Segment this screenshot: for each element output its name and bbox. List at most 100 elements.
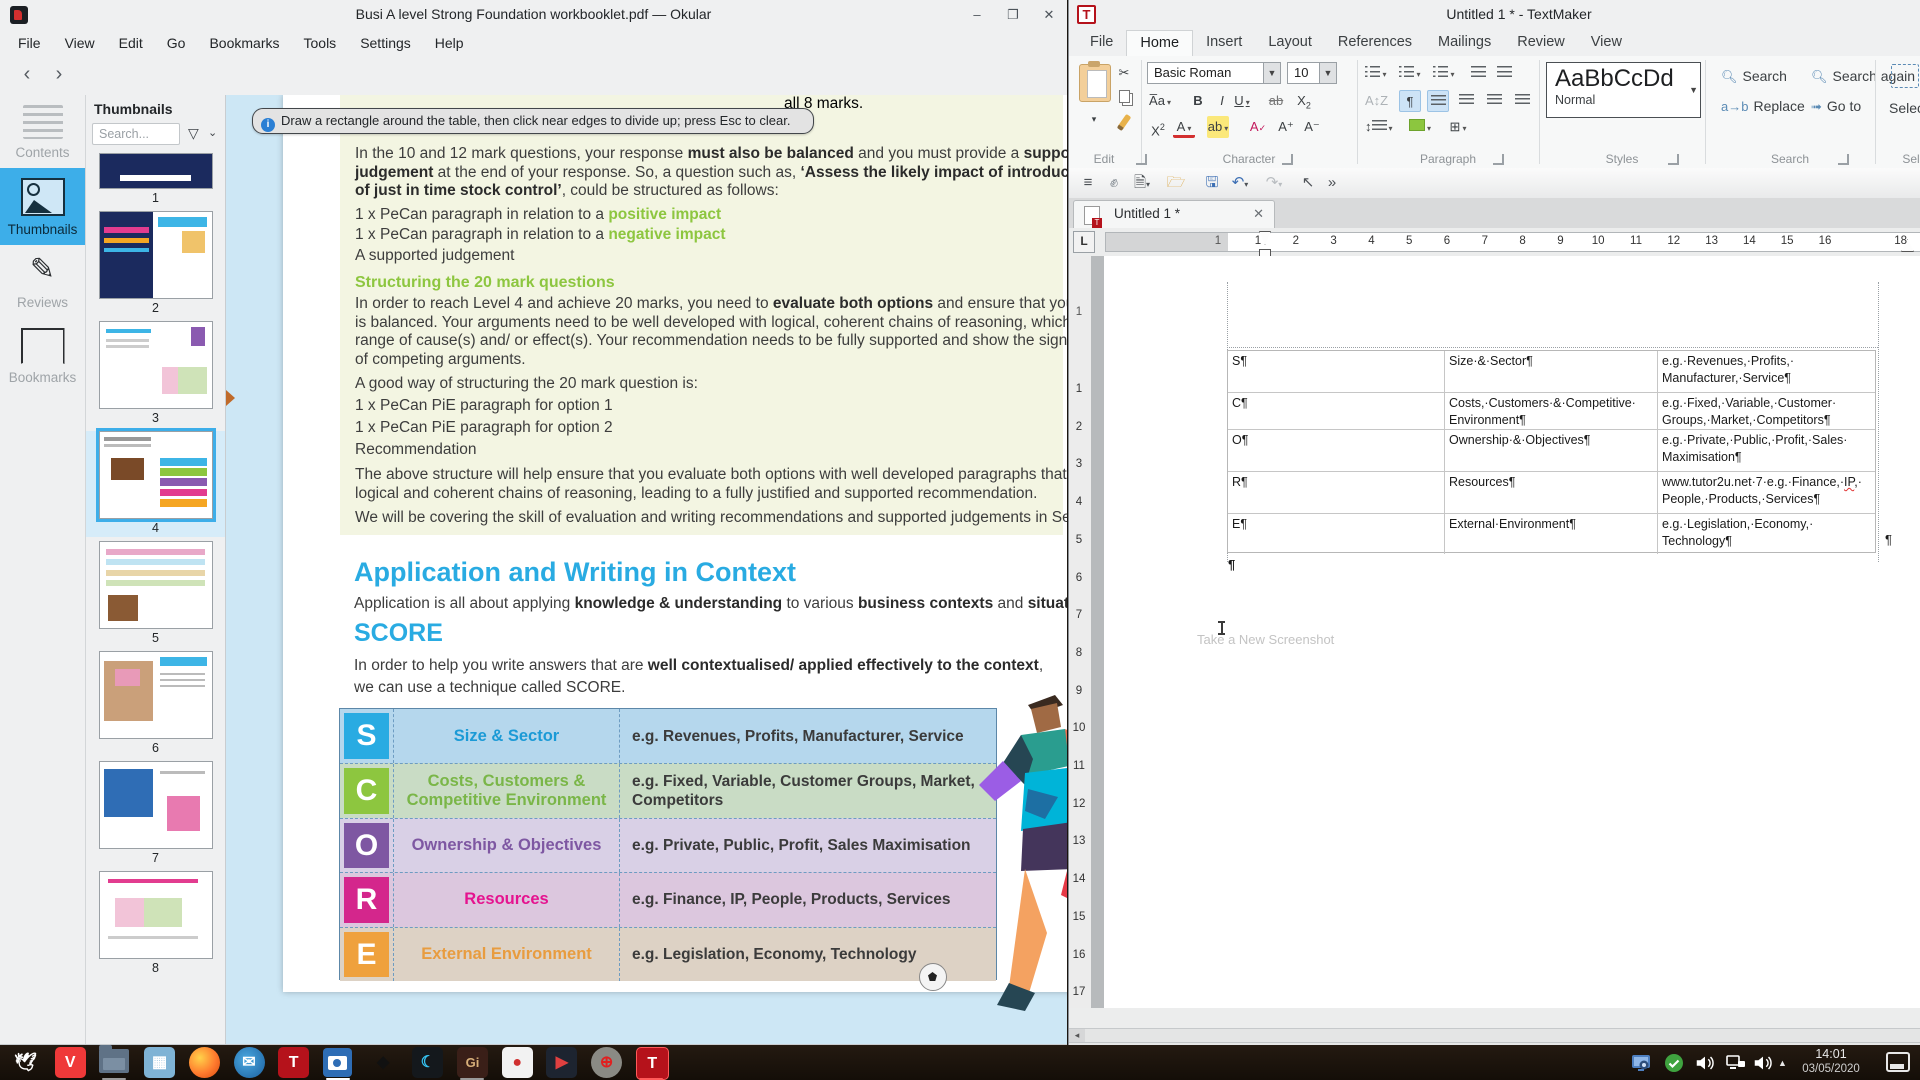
tab-home[interactable]: Home [1126,30,1193,56]
document-tab[interactable]: Untitled 1 * ✕ [1073,200,1275,229]
grow-font-button[interactable]: A⁺ [1275,116,1297,138]
dialog-launcher-icon[interactable] [1668,154,1679,165]
thumbnail-search-input[interactable]: Search... [92,123,180,145]
vivaldi-icon[interactable]: V [55,1047,86,1078]
menu-bookmarks[interactable]: Bookmarks [197,32,291,54]
tab-references[interactable]: References [1325,30,1425,56]
tab-layout[interactable]: Layout [1255,30,1325,56]
tab-view[interactable]: View [1578,30,1635,56]
table-cell[interactable]: e.g.·Revenues,·Profits,·Manufacturer,·Se… [1657,351,1875,392]
screenshot-camera-icon[interactable] [323,1048,352,1077]
thumbnail-page-3[interactable]: 3 [86,321,225,427]
notification-drawer-icon[interactable] [1886,1052,1910,1072]
pdf-score-table[interactable]: SSize & Sectore.g. Revenues, Profits, Ma… [339,708,997,980]
font-size-select[interactable]: 10▼ [1287,62,1337,84]
dialog-launcher-icon[interactable] [1136,154,1147,165]
taskbar-clock[interactable]: 14:01 03/05/2020 [1796,1047,1866,1077]
textmaker-icon[interactable]: T [278,1047,309,1078]
menu-help[interactable]: Help [423,32,476,54]
paste-dropdown[interactable]: ▾ [1083,108,1105,130]
superscript-button[interactable]: X2 [1147,116,1169,138]
tab-stop-selector[interactable]: L [1073,231,1095,253]
open-folder-icon[interactable]: 🗁︎▾ [1165,172,1187,194]
thumbnail-page-1[interactable]: 1 [86,153,225,207]
select-button[interactable]: Select [1889,100,1920,116]
score-row-C[interactable]: CCosts, Customers &Competitive Environme… [340,763,996,817]
gimp-icon[interactable]: Gi [457,1047,488,1078]
bullet-list-button[interactable]: ▾ [1365,62,1387,84]
file-manager-icon[interactable] [99,1049,129,1073]
monitor-app-icon[interactable]: ● [502,1047,533,1078]
table-row[interactable]: R¶Resources¶www.tutor2u.net·7·e.g.·Finan… [1228,471,1875,513]
redo-icon[interactable]: ↷▾ [1263,172,1285,194]
score-row-O[interactable]: OOwnership & Objectivese.g. Private, Pub… [340,818,996,872]
justify-button[interactable] [1511,90,1533,112]
style-gallery[interactable]: AaBbCcDd Normal ▼ [1546,62,1701,118]
select-icon[interactable] [1891,64,1919,88]
undo-icon[interactable]: ↶▾ [1229,172,1251,194]
highlight-button[interactable]: ab▾ [1207,116,1229,138]
app-menu-icon[interactable]: 🕊︎ [10,1047,41,1078]
document-canvas[interactable]: 11234567891011121314151617 S¶Size·&·Sect… [1069,256,1920,1008]
align-right-button[interactable] [1483,90,1505,112]
paste-button[interactable] [1079,64,1111,102]
close-button[interactable]: ✕ [1040,6,1058,24]
save-icon[interactable]: 🖫︎ [1201,172,1223,194]
maximize-button[interactable]: ❐ [1004,6,1022,24]
table-row[interactable]: E¶External·Environment¶e.g.·Legislation,… [1228,513,1875,554]
video-editor-icon[interactable]: ▶ [546,1047,577,1078]
pdf-page[interactable]: all 8 marks.Structuring the 10 and 12 ma… [283,95,1067,992]
horizontal-ruler[interactable]: 11234567891011121314151618 [1105,232,1920,252]
menu-tools[interactable]: Tools [292,32,349,54]
score-row-E[interactable]: EExternal Environmente.g. Legislation, E… [340,927,996,981]
hamburger-menu-icon[interactable]: ≡ [1077,172,1099,194]
italic-button[interactable]: I [1211,90,1233,112]
menu-view[interactable]: View [53,32,107,54]
copy-button[interactable] [1113,88,1135,110]
textmaker-active-icon[interactable]: T [636,1047,669,1080]
document-table[interactable]: S¶Size·&·Sector¶e.g.·Revenues,·Profits,·… [1227,350,1876,553]
show-formatting-marks-button[interactable]: ¶ [1399,90,1421,112]
menu-edit[interactable]: Edit [107,32,155,54]
forward-icon[interactable]: › [46,62,72,88]
goto-button[interactable]: ➟Go to [1811,98,1861,115]
table-cell[interactable]: R¶ [1228,472,1444,513]
menu-settings[interactable]: Settings [348,32,423,54]
software-center-icon[interactable]: ▦ [144,1047,175,1078]
underline-button[interactable]: U▾ [1231,90,1253,112]
align-center-button[interactable] [1455,90,1477,112]
pointer-icon[interactable]: ↖ [1297,172,1319,194]
line-spacing-button[interactable]: ↕▾ [1365,116,1393,138]
scroll-left-icon[interactable]: ◂ [1069,1029,1085,1042]
thumbnail-page-5[interactable]: 5 [86,541,225,647]
tab-file[interactable]: File [1077,30,1126,56]
pdf-view-area[interactable]: all 8 marks.Structuring the 10 and 12 ma… [226,95,1067,1045]
table-cell[interactable]: e.g.·Legislation,·Economy,·Technology¶ [1657,514,1875,554]
textmaker-titlebar[interactable]: Untitled 1 * - TextMaker [1069,0,1920,31]
align-left-button[interactable] [1427,90,1449,112]
score-row-R[interactable]: RResourcese.g. Finance, IP, People, Prod… [340,872,996,926]
table-cell[interactable]: Ownership·&·Objectives¶ [1444,430,1657,471]
sidebar-item-reviews[interactable]: ✎Reviews [0,245,85,318]
vertical-ruler[interactable]: 11234567891011121314151617 [1069,256,1092,1008]
tab-insert[interactable]: Insert [1193,30,1255,56]
inkscape-icon[interactable]: ◆ [368,1047,399,1078]
numbered-list-button[interactable]: ▾ [1399,62,1421,84]
okular-icon[interactable]: ☾ [412,1047,443,1078]
table-row[interactable]: S¶Size·&·Sector¶e.g.·Revenues,·Profits,·… [1228,351,1875,392]
sort-button[interactable]: A↕Z [1365,90,1388,112]
volume-tray-icon[interactable] [1694,1052,1716,1074]
cut-button[interactable]: ✂ [1113,62,1135,84]
display-settings-tray-icon[interactable] [1630,1052,1652,1074]
close-tab-icon[interactable]: ✕ [1253,206,1264,222]
sidebar-item-thumbnails[interactable]: Thumbnails [0,168,85,245]
decrease-indent-button[interactable] [1493,62,1515,84]
replace-button[interactable]: a→bReplace [1721,98,1805,114]
strikethrough-button[interactable]: ab [1265,90,1287,112]
sidebar-item-contents[interactable]: Contents [0,95,85,168]
table-cell[interactable]: www.tutor2u.net·7·e.g.·Finance,·IP,·Peop… [1657,472,1875,513]
table-row[interactable]: C¶Costs,·Customers·&·Competitive·Environ… [1228,392,1875,429]
dialog-launcher-icon[interactable] [1282,154,1293,165]
menu-go[interactable]: Go [155,32,198,54]
table-cell[interactable]: Resources¶ [1444,472,1657,513]
